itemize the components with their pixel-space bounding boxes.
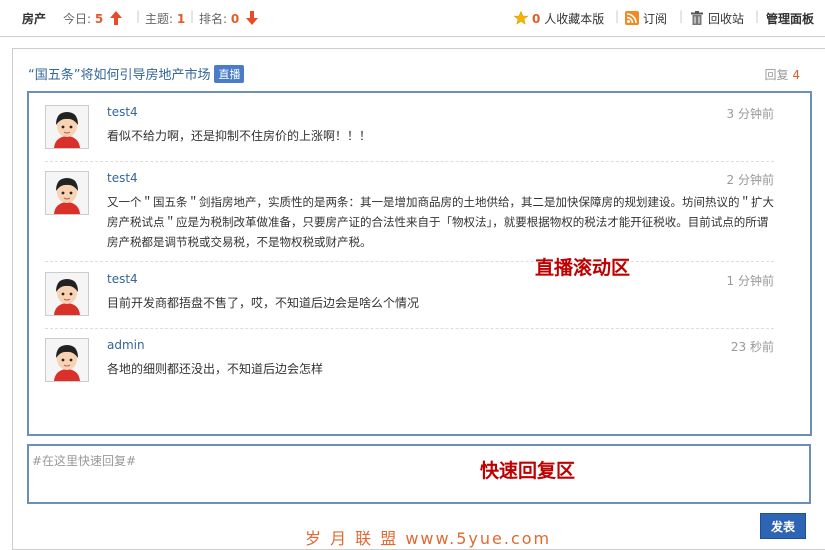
post-time: 3 分钟前 xyxy=(726,107,774,121)
arrow-down-icon xyxy=(246,11,259,25)
today-stat: 今日: 5 xyxy=(63,10,123,27)
post-username[interactable]: test4 xyxy=(107,171,138,185)
divider: | xyxy=(190,9,195,23)
divider: | xyxy=(755,9,760,23)
post-item: test4 3 分钟前 看似不给力啊，还是抑制不住房价的上涨啊！！！ xyxy=(45,105,774,162)
avatar[interactable] xyxy=(45,338,89,382)
today-count: 5 xyxy=(94,12,104,26)
user-avatar-icon xyxy=(46,273,88,315)
avatar[interactable] xyxy=(45,171,89,215)
quick-reply-box[interactable]: #在这里快速回复# 快速回复区 xyxy=(27,444,811,504)
post-message: 各地的细则都还没出，不知道后边会怎样 xyxy=(107,362,324,376)
topics-stat: 主题: 1 xyxy=(145,10,185,27)
recycle-bin-link[interactable]: 回收站 xyxy=(690,10,744,27)
reply-count: 回复 4 xyxy=(765,66,800,83)
favorites-label: 人收藏本版 xyxy=(544,12,605,26)
live-area-annotation: 直播滚动区 xyxy=(535,257,631,279)
reply-count-value: 4 xyxy=(792,68,800,82)
user-avatar-icon xyxy=(46,339,88,381)
site-watermark: 岁 月 联 盟 www.5yue.com xyxy=(305,529,552,548)
topics-label: 主题: xyxy=(145,12,174,26)
forum-name[interactable]: 房产 xyxy=(22,10,46,27)
reply-area-annotation: 快速回复区 xyxy=(480,460,576,482)
post-item: test4 1 分钟前 目前开发商都捂盘不售了，哎，不知道后边会是啥么个情况 xyxy=(45,272,774,329)
post-message: 目前开发商都捂盘不售了，哎，不知道后边会是啥么个情况 xyxy=(107,296,420,310)
post-time: 1 分钟前 xyxy=(726,274,774,288)
reply-count-label: 回复 xyxy=(764,68,789,82)
post-time: 23 秒前 xyxy=(730,340,774,354)
rank-count: 0 xyxy=(230,12,240,26)
manage-panel-link[interactable]: 管理面板 xyxy=(766,10,814,27)
trash-icon xyxy=(691,11,703,25)
subscribe-label: 订阅 xyxy=(643,12,668,26)
divider: | xyxy=(136,9,141,23)
favorite-forum-link[interactable]: 0 人收藏本版 xyxy=(514,10,604,27)
avatar[interactable] xyxy=(45,105,89,149)
divider: | xyxy=(615,9,620,23)
subscribe-link[interactable]: 订阅 xyxy=(625,10,667,27)
favorites-count: 0 xyxy=(532,12,541,26)
user-avatar-icon xyxy=(46,106,88,148)
rss-icon xyxy=(625,11,639,25)
post-username[interactable]: test4 xyxy=(107,105,138,119)
post-message: 又一个＂国五条＂剑指房地产，实质性的是两条：其一是增加商品房的土地供给，其二是加… xyxy=(107,195,774,249)
post-item: test4 2 分钟前 又一个＂国五条＂剑指房地产，实质性的是两条：其一是增加商… xyxy=(45,171,774,262)
today-label: 今日: xyxy=(63,12,92,26)
thread-title-text: “国五条”将如何引导房地产市场 xyxy=(28,68,211,83)
submit-button[interactable]: 发表 xyxy=(760,513,806,539)
rank-stat: 排名: 0 xyxy=(199,10,259,27)
post-username[interactable]: admin xyxy=(107,338,145,352)
post-item: admin 23 秒前 各地的细则都还没出，不知道后边会怎样 xyxy=(45,338,774,394)
thread-title[interactable]: “国五条”将如何引导房地产市场 直播 xyxy=(28,64,245,83)
post-time: 2 分钟前 xyxy=(726,173,774,187)
post-message: 看似不给力啊，还是抑制不住房价的上涨啊！！！ xyxy=(107,129,372,143)
avatar[interactable] xyxy=(45,272,89,316)
forum-header-bar: 房产 今日: 5 | 主题: 1 | 排名: 0 0 人收藏本版 | 订阅 | xyxy=(0,0,825,37)
recycle-label: 回收站 xyxy=(708,12,745,26)
live-scroll-area[interactable]: test4 3 分钟前 看似不给力啊，还是抑制不住房价的上涨啊！！！ test4… xyxy=(27,91,812,436)
manage-label: 管理面板 xyxy=(766,12,815,26)
topics-count: 1 xyxy=(176,12,186,26)
post-username[interactable]: test4 xyxy=(107,272,138,286)
arrow-up-icon xyxy=(110,11,123,25)
divider: | xyxy=(679,9,684,23)
quick-reply-placeholder: #在这里快速回复# xyxy=(32,454,137,468)
star-icon xyxy=(514,11,528,25)
rank-label: 排名: xyxy=(199,12,228,26)
user-avatar-icon xyxy=(46,172,88,214)
live-badge: 直播 xyxy=(214,65,245,83)
